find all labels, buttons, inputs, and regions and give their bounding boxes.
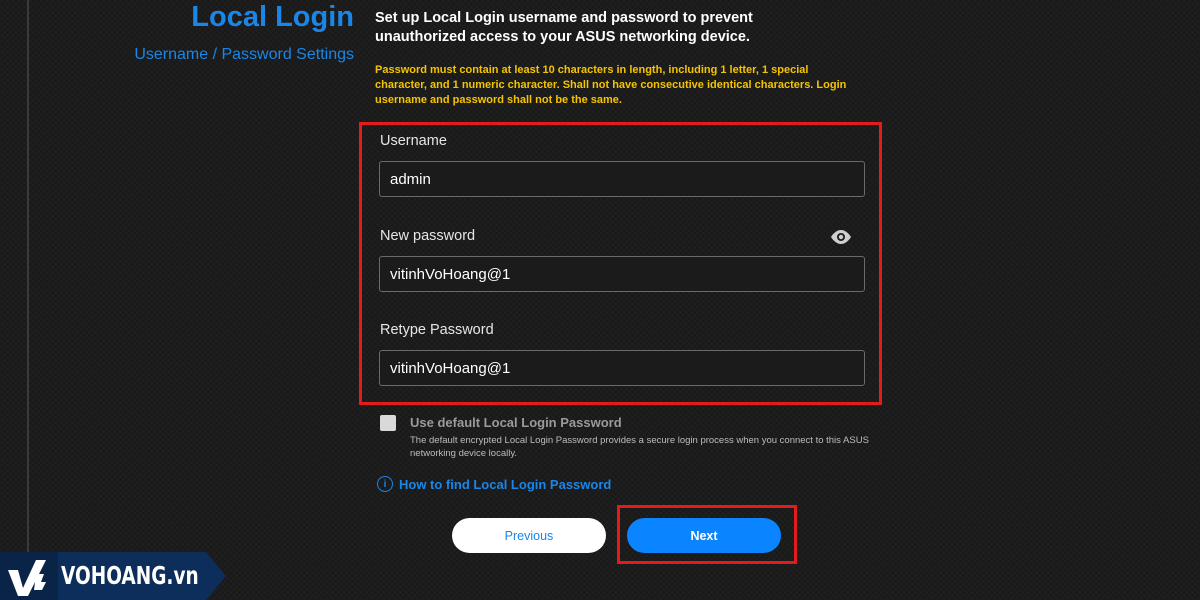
find-password-link[interactable]: i How to find Local Login Password [377, 475, 611, 493]
page-title: Local Login [191, 1, 354, 33]
page-subtitle: Username / Password Settings [134, 46, 354, 63]
password-rules: Password must contain at least 10 charac… [375, 64, 847, 106]
eye-icon[interactable] [829, 229, 853, 245]
username-input[interactable] [379, 161, 865, 197]
new-password-label: New password [380, 228, 476, 244]
previous-button[interactable]: Previous [452, 518, 606, 553]
intro-text: Set up Local Login username and password… [375, 10, 753, 45]
find-password-link-text: How to find Local Login Password [399, 476, 612, 492]
info-icon: i [377, 476, 393, 492]
default-password-checkbox[interactable] [380, 415, 396, 431]
credentials-form: Username New password Retype Password [359, 122, 882, 405]
brand-watermark: VOHOANG.vn [61, 561, 199, 590]
next-button-highlight [617, 505, 797, 564]
retype-password-input[interactable] [379, 350, 865, 386]
username-label: Username [380, 133, 447, 149]
default-password-label: Use default Local Login Password [410, 415, 622, 430]
brand-logo-icon [8, 560, 46, 596]
retype-password-label: Retype Password [380, 322, 494, 338]
new-password-input[interactable] [379, 256, 865, 292]
left-divider [27, 0, 29, 600]
default-password-description: The default encrypted Local Login Passwo… [410, 435, 869, 459]
